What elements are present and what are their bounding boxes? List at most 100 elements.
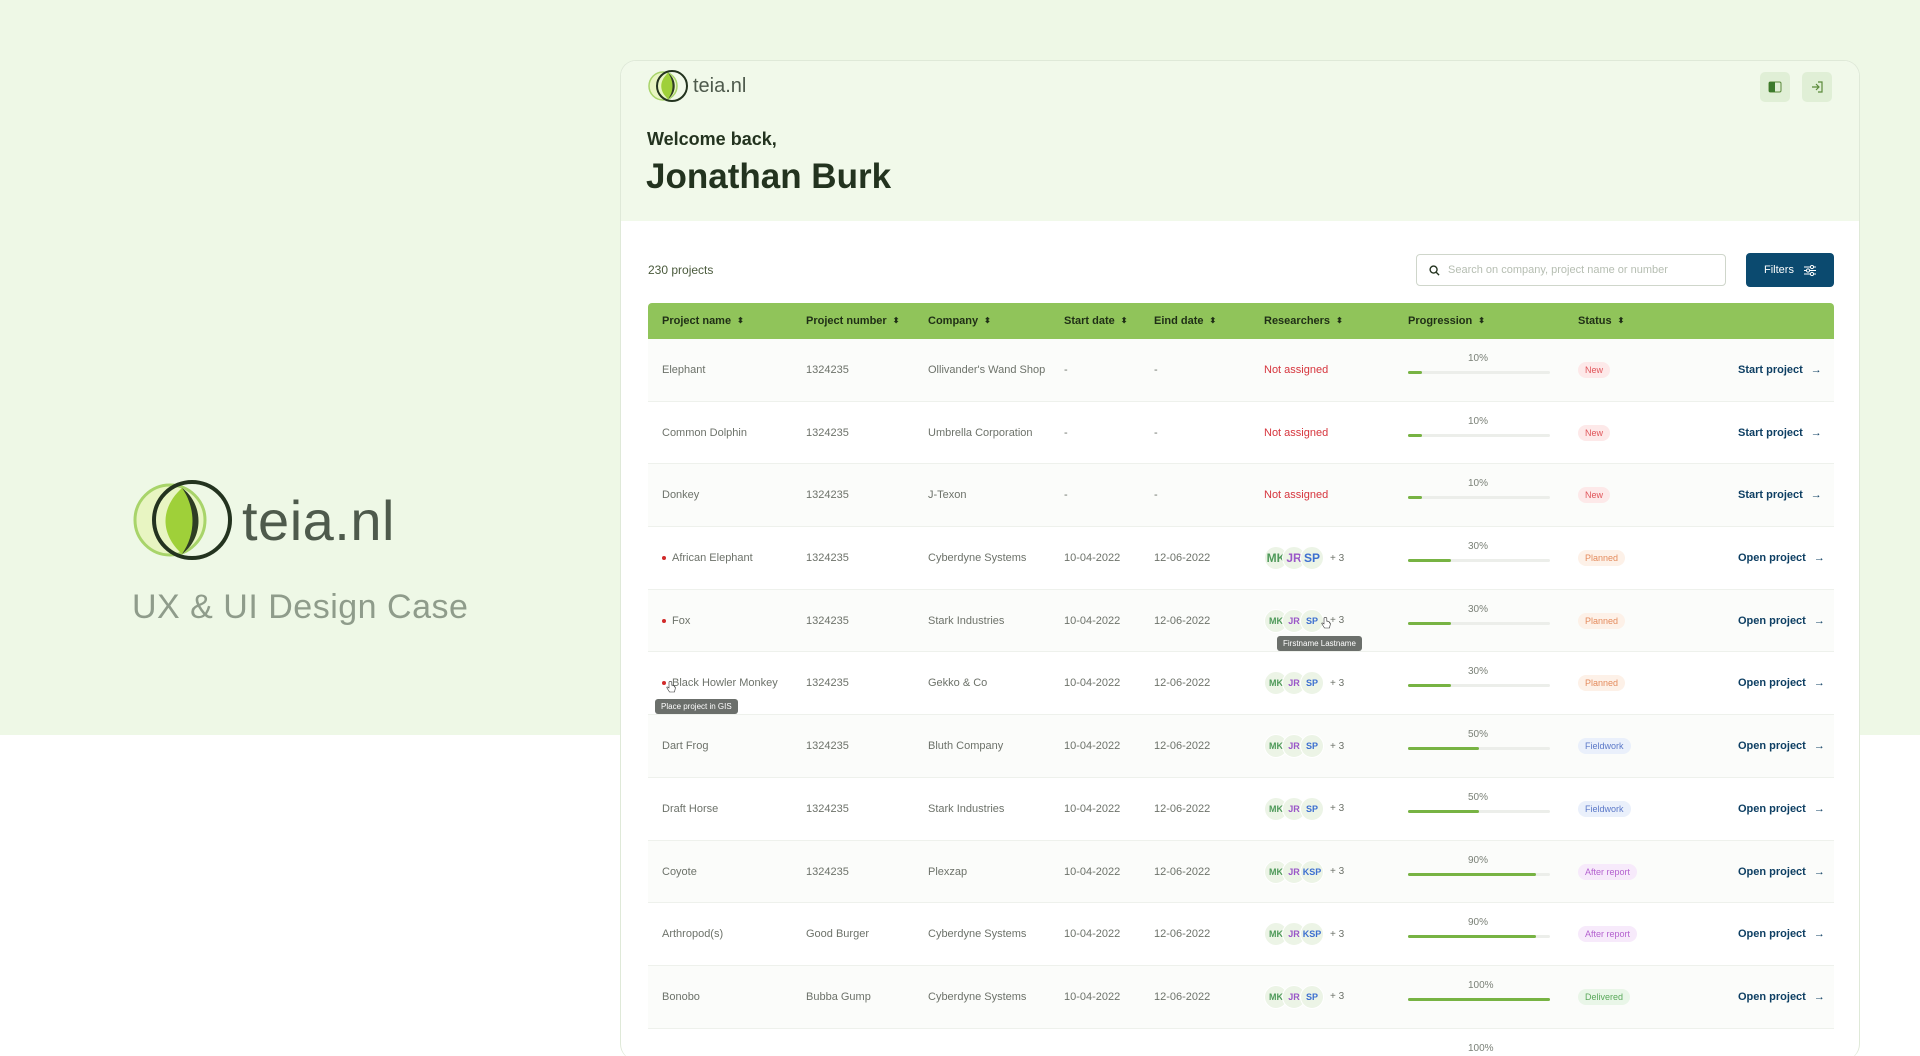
open-project-button[interactable]: Start project →	[1738, 364, 1822, 376]
column-header[interactable]: Eind date ⬍	[1154, 303, 1216, 339]
avatar[interactable]: SP	[1300, 984, 1324, 1009]
action-label: Start project	[1738, 364, 1803, 376]
cell-project-name: Fox	[662, 590, 690, 652]
sort-icon[interactable]: ⬍	[1121, 317, 1128, 325]
researcher-more-count[interactable]: + 3	[1330, 615, 1344, 626]
cell-project-number: 1324235	[806, 802, 849, 815]
logout-button[interactable]	[1802, 72, 1832, 102]
cell-company: Cyberdyne Systems	[928, 928, 1027, 941]
avatar[interactable]: SP	[1300, 796, 1324, 821]
sort-icon[interactable]: ⬍	[984, 317, 991, 325]
sort-icon[interactable]: ⬍	[1478, 317, 1485, 325]
progress-track	[1408, 872, 1550, 876]
progress-track	[1408, 433, 1550, 437]
arrow-right-icon: →	[1813, 802, 1825, 815]
cell-end-date: -	[1154, 489, 1158, 502]
open-project-button[interactable]: Open project →	[1738, 803, 1825, 815]
avatar[interactable]: SP	[1300, 546, 1324, 571]
progress-label: 50%	[1468, 729, 1489, 741]
column-header[interactable]: Start date ⬍	[1064, 303, 1127, 339]
progress-bar: 30%	[1408, 527, 1550, 589]
column-header-label: Company	[928, 315, 979, 327]
progress-track	[1408, 747, 1550, 751]
gis-marker-icon[interactable]	[662, 556, 666, 561]
avatar[interactable]: SP	[1300, 671, 1324, 696]
table-row: African Elephant 1324235 Cyberdyne Systems…	[648, 527, 1834, 590]
cell-project-name: Bonobo	[662, 966, 700, 1028]
avatar[interactable]: KSP	[1300, 859, 1324, 884]
cell-end-date: 12-06-2022	[1154, 614, 1211, 627]
column-header[interactable]: Researchers ⬍	[1264, 303, 1343, 339]
table-header: Project name ⬍ Project number ⬍ Company ⬍ Star…	[648, 303, 1834, 339]
open-project-button[interactable]: Open project →	[1738, 615, 1825, 627]
project-name: Donkey	[662, 489, 700, 502]
progress-label: 100%	[1468, 1042, 1494, 1054]
column-header-label: Status	[1578, 315, 1612, 327]
researcher-more-count[interactable]: + 3	[1330, 678, 1344, 689]
researcher-more-count[interactable]: + 3	[1330, 553, 1344, 564]
table-row: Draft Horse 1324235 Stark Industries 10-04-…	[648, 777, 1834, 841]
researcher-more-count[interactable]: + 3	[1330, 929, 1344, 940]
cell-progression: 30%	[1408, 590, 1550, 652]
status-badge: Planned	[1578, 550, 1626, 567]
theme-toggle-button[interactable]	[1760, 72, 1790, 102]
cell-researchers: Not assigned	[1264, 402, 1328, 464]
sort-icon[interactable]: ⬍	[1618, 317, 1625, 325]
progress-label: 90%	[1468, 854, 1489, 866]
cell-project-name: Coyote	[662, 841, 697, 903]
column-header[interactable]: Company ⬍	[928, 303, 991, 339]
app-window: teia.nl Welcome back, Jonathan Burk 230 …	[620, 60, 1860, 1056]
sort-icon[interactable]: ⬍	[737, 317, 744, 325]
researcher-more-count[interactable]: + 3	[1330, 741, 1344, 752]
researcher-avatars: MK JR SP + 3	[1264, 984, 1344, 1009]
search-input[interactable]	[1448, 264, 1718, 276]
open-project-button[interactable]: Open project →	[1738, 991, 1825, 1003]
cell-researchers: MK JR SP + 3	[1264, 527, 1344, 589]
project-count: 230 projects	[648, 263, 714, 277]
arrow-right-icon: →	[1813, 677, 1825, 690]
project-name: Arthropod(s)	[662, 928, 724, 941]
table-row: Donkey 1324235 J-Texon - - Not assigned 10% New…	[648, 464, 1834, 528]
open-project-button[interactable]: Open project →	[1738, 928, 1825, 940]
column-header[interactable]: Project name ⬍	[662, 303, 744, 339]
cell-end-date: -	[1154, 426, 1158, 439]
table-row: Black Howler Monkey 1324235 Gekko & Co 10-0…	[648, 652, 1834, 716]
sort-icon[interactable]: ⬍	[1210, 317, 1217, 325]
researcher-more-count[interactable]: + 3	[1330, 803, 1344, 814]
open-project-button[interactable]: Open project →	[1738, 677, 1825, 689]
open-project-button[interactable]: Open project →	[1738, 740, 1825, 752]
cell-start-date: 10-04-2022	[1064, 614, 1121, 627]
action-label: Open project	[1738, 928, 1806, 941]
sort-icon[interactable]: ⬍	[893, 317, 900, 325]
progress-bar: 100%	[1408, 1029, 1550, 1056]
column-header[interactable]: Project number ⬍	[806, 303, 899, 339]
search-field[interactable]	[1416, 254, 1726, 286]
researcher-avatars: MK JR KSP + 3	[1264, 859, 1344, 884]
column-header-label: Project name	[662, 315, 732, 327]
gis-marker-icon[interactable]	[662, 618, 666, 623]
filters-button[interactable]: Filters	[1746, 253, 1834, 287]
welcome-text: Welcome back,	[647, 129, 777, 149]
researcher-more-count[interactable]: + 3	[1330, 866, 1344, 877]
sort-icon[interactable]: ⬍	[1336, 317, 1343, 325]
open-project-button[interactable]: Open project →	[1738, 552, 1825, 564]
researcher-more-count[interactable]: + 3	[1330, 991, 1344, 1002]
column-header[interactable]: Status ⬍	[1578, 303, 1624, 339]
app-logo[interactable]: teia.nl	[647, 69, 746, 103]
cell-project-name: Arthropod(s)	[662, 903, 723, 965]
open-project-button[interactable]: Open project →	[1738, 866, 1825, 878]
cell-researchers: MK JR SP + 3	[1264, 715, 1344, 777]
app-header: teia.nl Welcome back, Jonathan Burk	[621, 61, 1859, 221]
cell-end-date: 12-06-2022	[1154, 990, 1211, 1003]
column-header[interactable]: Progression ⬍	[1408, 303, 1485, 339]
open-project-button[interactable]: Start project →	[1738, 489, 1822, 501]
teia-logo-icon	[648, 70, 688, 102]
project-name: Dart Frog	[662, 740, 709, 753]
avatar[interactable]: SP	[1300, 734, 1324, 759]
cell-start-date: 10-04-2022	[1064, 552, 1121, 565]
table-row: Arthropod(s) Good Burger Cyberdyne Systems…	[648, 903, 1834, 966]
cell-researchers: MK JR KSP + 3	[1264, 903, 1344, 965]
avatar[interactable]: KSP	[1300, 922, 1324, 947]
open-project-button[interactable]: Start project →	[1738, 427, 1822, 439]
cell-progression: 90%	[1408, 841, 1550, 903]
